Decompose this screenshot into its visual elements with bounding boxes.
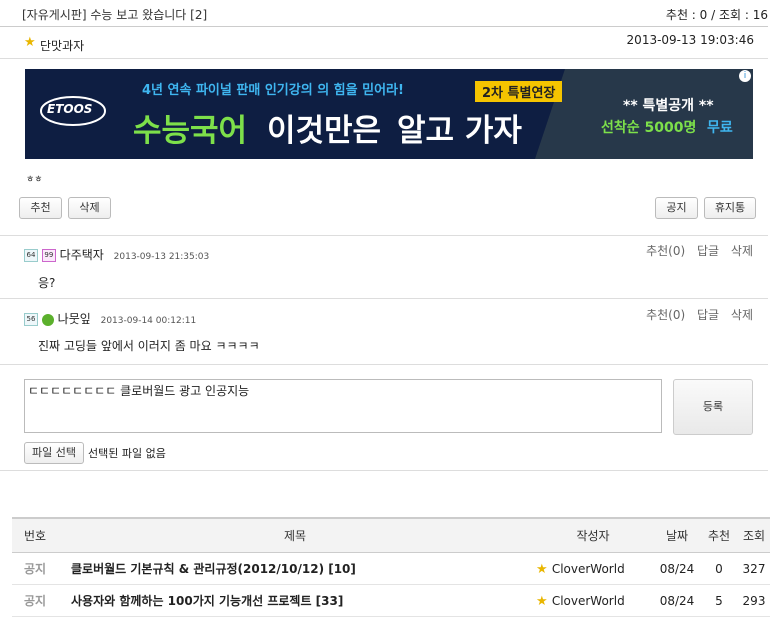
- comment-delete-link[interactable]: 삭제: [731, 308, 753, 322]
- file-status: 선택된 파일 없음: [88, 447, 166, 460]
- level-icon: 99: [41, 249, 56, 262]
- comment-text: 응?: [38, 276, 56, 290]
- table-row: 공지 사용자와 함께하는 100가지 기능개선 프로젝트 [33] ★ Clov…: [12, 584, 770, 617]
- post-body: ㅎㅎ: [26, 175, 43, 185]
- comment-date: 2013-09-14 00:12:11: [100, 316, 197, 326]
- row-number: 공지: [12, 584, 58, 617]
- comment-recommend-link[interactable]: 추천(0): [646, 308, 685, 322]
- comment-reply-link[interactable]: 답글: [697, 308, 719, 322]
- comment-1-meta: 64 99 다주택자 2013-09-13 21:35:03: [24, 246, 209, 263]
- ad-side-bottom: 선착순 5000명: [601, 120, 697, 136]
- recommend-button[interactable]: 추천: [19, 197, 62, 219]
- row-date: 08/24: [654, 552, 700, 585]
- star-icon: ★: [536, 561, 548, 577]
- form-bottom-divider: [0, 470, 768, 471]
- ad-side-free: 무료: [707, 120, 733, 136]
- ad-banner[interactable]: ETOOS 4년 연속 파이널 판매 인기강의 의 힘을 믿어라! 2차 특별연…: [25, 69, 753, 159]
- comment-2-meta: 56 나뭇잎 2013-09-14 00:12:11: [24, 310, 196, 327]
- star-icon: ★: [536, 593, 548, 609]
- row-views: 327: [738, 552, 770, 585]
- row-subject-link[interactable]: 사용자와 함께하는 100가지 기능개선 프로젝트 [33]: [58, 584, 532, 617]
- board-table: 번호 제목 작성자 날짜 추천 조회 공지 클로버월드 기본규칙 & 관리규정(…: [12, 517, 770, 617]
- row-author-name[interactable]: CloverWorld: [552, 594, 625, 608]
- post-date: 2013-09-13 19:03:46: [626, 33, 754, 47]
- row-author[interactable]: ★ CloverWorld: [532, 584, 654, 617]
- row-number: 공지: [12, 552, 58, 585]
- trash-button[interactable]: 휴지통: [704, 197, 756, 219]
- ad-headline-b: 이것만은: [267, 113, 382, 149]
- column-header: 번호: [12, 517, 58, 553]
- column-header: 날짜: [654, 517, 700, 553]
- comment-author[interactable]: 다주택자: [60, 248, 104, 262]
- level-icon: 64: [24, 249, 38, 262]
- comment-text: 진짜 고딩들 앞에서 이러지 좀 마요 ㅋㅋㅋㅋ: [38, 339, 260, 353]
- ad-badge: 2차 특별연장: [475, 81, 563, 102]
- post-author[interactable]: 단맛과자: [40, 37, 84, 54]
- row-subject-link[interactable]: 클로버월드 기본규칙 & 관리규정(2012/10/12) [10]: [58, 552, 532, 585]
- column-header: 추천: [700, 517, 738, 553]
- comment-date: 2013-09-13 21:35:03: [113, 252, 210, 262]
- comment-delete-link[interactable]: 삭제: [731, 244, 753, 258]
- comment-author[interactable]: 나뭇잎: [58, 312, 91, 326]
- ad-line1: 4년 연속 파이널 판매 인기강의 의 힘을 믿어라!: [142, 83, 404, 98]
- comment-divider: [0, 235, 768, 236]
- comment-2-actions: 추천(0) 답글 삭제: [646, 306, 753, 323]
- file-select-button[interactable]: 파일 선택: [24, 442, 84, 464]
- post-title: [자유게시판] 수능 보고 왔습니다 [2]: [22, 8, 208, 22]
- comment-divider: [0, 298, 768, 299]
- comment-textarea[interactable]: ㄷㄷㄷㄷㄷㄷㄷㄷ 클로버월드 광고 인공지능: [24, 379, 662, 433]
- notice-button[interactable]: 공지: [655, 197, 698, 219]
- row-views: 293: [738, 584, 770, 617]
- column-header: 제목: [58, 517, 532, 553]
- ad-headline-c: 알고 가자: [397, 113, 522, 149]
- ad-headline-a: 수능국어: [133, 113, 248, 149]
- table-header-row: 번호 제목 작성자 날짜 추천 조회: [12, 517, 770, 553]
- row-recommend: 0: [700, 552, 738, 585]
- row-author-name[interactable]: CloverWorld: [552, 562, 625, 576]
- column-header: 조회: [738, 517, 770, 553]
- ad-brand-logo: ETOOS: [47, 102, 93, 116]
- post-header: [자유게시판] 수능 보고 왔습니다 [2] 추천 : 0 / 조회 : 16: [0, 0, 768, 27]
- comment-form-divider: [0, 364, 768, 365]
- post-stats: 추천 : 0 / 조회 : 16: [665, 8, 768, 22]
- row-date: 08/24: [654, 584, 700, 617]
- column-header: 작성자: [532, 517, 654, 553]
- delete-button[interactable]: 삭제: [68, 197, 111, 219]
- ad-info-icon[interactable]: i: [739, 70, 751, 82]
- post-author-row: ★ 단맛과자 2013-09-13 19:03:46: [0, 27, 768, 59]
- row-author[interactable]: ★ CloverWorld: [532, 552, 654, 585]
- row-recommend: 5: [700, 584, 738, 617]
- table-row: 공지 클로버월드 기본규칙 & 관리규정(2012/10/12) [10] ★ …: [12, 552, 770, 585]
- comment-reply-link[interactable]: 답글: [697, 244, 719, 258]
- comment-1-actions: 추천(0) 답글 삭제: [646, 242, 753, 259]
- level-icon: 56: [24, 313, 38, 326]
- star-icon: ★: [24, 35, 36, 50]
- comment-recommend-link[interactable]: 추천(0): [646, 244, 685, 258]
- comment-submit-button[interactable]: 등록: [673, 379, 753, 435]
- ad-side-top: ** 특별공개 **: [623, 98, 714, 114]
- leaf-icon: [41, 313, 54, 326]
